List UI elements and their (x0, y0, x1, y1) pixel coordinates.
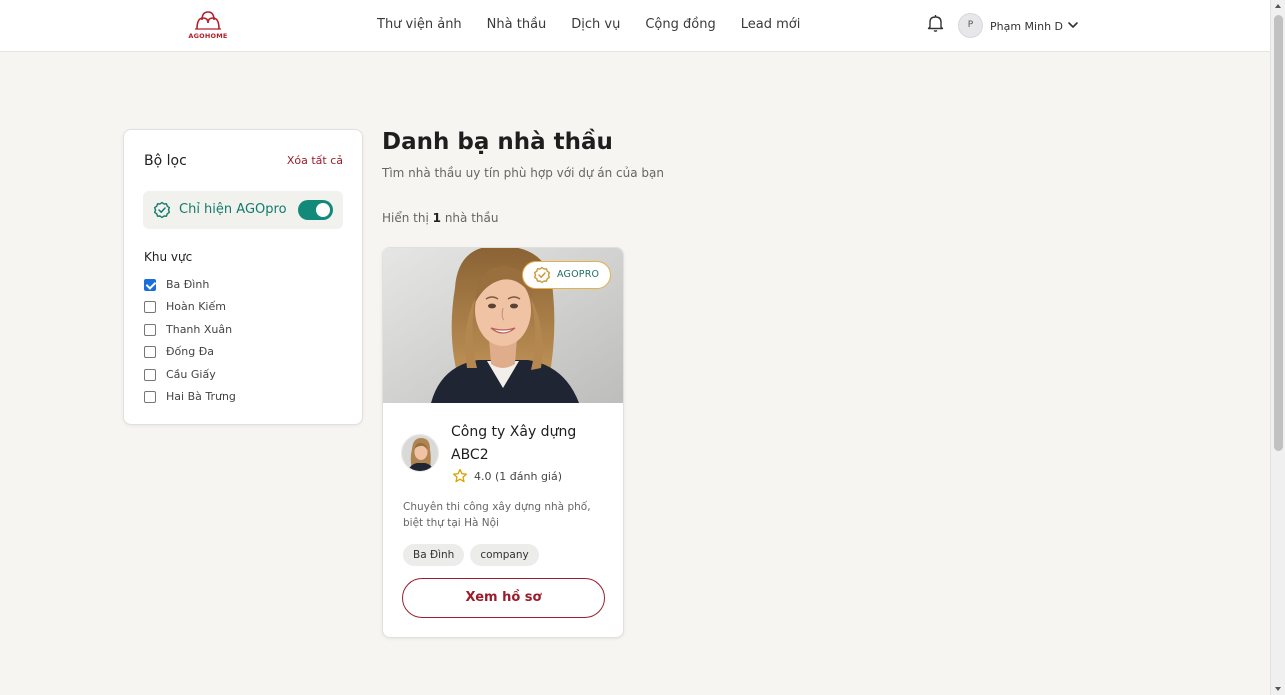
area-checkbox[interactable] (144, 390, 156, 403)
view-profile-button[interactable]: Xem hồ sơ (402, 578, 605, 618)
nav-item-community[interactable]: Cộng đồng (645, 17, 715, 32)
result-count-number: 1 (432, 211, 441, 225)
area-option-label: Ba Đình (166, 278, 210, 291)
clear-all-filters-link[interactable]: Xóa tất cả (287, 154, 343, 167)
avatar-portrait-image (402, 435, 438, 471)
contractor-rating: 4.0 (1 đánh giá) (474, 470, 563, 483)
agopro-only-filter[interactable]: Chỉ hiện AGOpro (143, 191, 343, 229)
agopro-badge: AGOPRO (522, 261, 611, 289)
scroll-up-arrow-icon[interactable] (1275, 4, 1281, 8)
main-nav: Thư viện ảnh Nhà thầu Dịch vụ Cộng đồng … (377, 17, 825, 32)
area-checkbox[interactable] (144, 301, 156, 314)
area-checkbox[interactable] (144, 368, 156, 381)
area-option-label: Thanh Xuân (166, 322, 233, 336)
bell-icon[interactable] (927, 14, 944, 32)
verified-badge-icon (534, 266, 550, 284)
filter-title: Bộ lọc (144, 153, 187, 169)
chevron-down-icon[interactable] (1066, 18, 1080, 32)
area-checkbox[interactable] (144, 346, 156, 359)
contractor-avatar (401, 434, 439, 472)
logo-text: AGOHOME (188, 32, 228, 40)
area-option-label: Cầu Giấy (166, 367, 216, 381)
area-checkbox[interactable] (144, 323, 156, 336)
result-count-prefix: Hiển thị (382, 211, 429, 225)
page-scrollbar[interactable] (1270, 0, 1285, 695)
user-avatar[interactable]: P (958, 13, 983, 38)
contractor-card[interactable]: AGOPRO Công ty Xây dựng ABC2 4.0 (1 đánh… (382, 247, 624, 638)
nav-item-contractors[interactable]: Nhà thầu (487, 17, 547, 32)
agopro-toggle-switch[interactable] (298, 200, 333, 220)
tag-type: company (470, 544, 539, 566)
scroll-down-arrow-icon[interactable] (1275, 687, 1281, 691)
verified-badge-icon (154, 201, 170, 219)
nav-item-new-leads[interactable]: Lead mới (741, 17, 801, 32)
user-name[interactable]: Phạm Minh D (990, 20, 1063, 33)
contractor-company-name[interactable]: Công ty Xây dựng ABC2 (451, 421, 601, 467)
area-option-label: Đống Đa (166, 345, 214, 359)
page-title: Danh bạ nhà thầu (382, 129, 613, 155)
tag-area: Ba Đình (403, 544, 465, 566)
page-subtitle: Tìm nhà thầu uy tín phù hợp với dự án củ… (382, 166, 664, 180)
contractor-description: Chuyên thi công xây dựng nhà phố, biệt t… (403, 501, 591, 529)
result-count: Hiển thị 1 nhà thầu (382, 211, 498, 225)
nav-item-services[interactable]: Dịch vụ (571, 17, 620, 32)
filter-panel: Bộ lọc Xóa tất cả Chỉ hiện AGOpro Khu vự… (123, 129, 363, 425)
result-count-suffix: nhà thầu (444, 211, 499, 225)
area-option-label: Hai Bà Trưng (166, 389, 236, 403)
scroll-thumb[interactable] (1274, 15, 1283, 451)
area-option-label: Hoàn Kiếm (166, 300, 226, 314)
agopro-badge-label: AGOPRO (557, 269, 600, 280)
contractor-cover-photo[interactable]: AGOPRO (383, 248, 623, 403)
top-navigation-bar: AGOHOME Thư viện ảnh Nhà thầu Dịch vụ Cộ… (0, 0, 1270, 52)
nav-item-photo-library[interactable]: Thư viện ảnh (377, 17, 462, 32)
toggle-knob (316, 203, 330, 217)
contractor-tags: Ba Đình company (403, 544, 545, 566)
agohome-logo-icon (195, 11, 221, 30)
area-filter-title: Khu vực (144, 250, 193, 264)
star-icon (452, 468, 468, 483)
agohome-logo[interactable]: AGOHOME (186, 9, 230, 43)
agopro-filter-label: Chỉ hiện AGOpro (179, 202, 287, 217)
area-checkbox[interactable] (144, 279, 156, 291)
